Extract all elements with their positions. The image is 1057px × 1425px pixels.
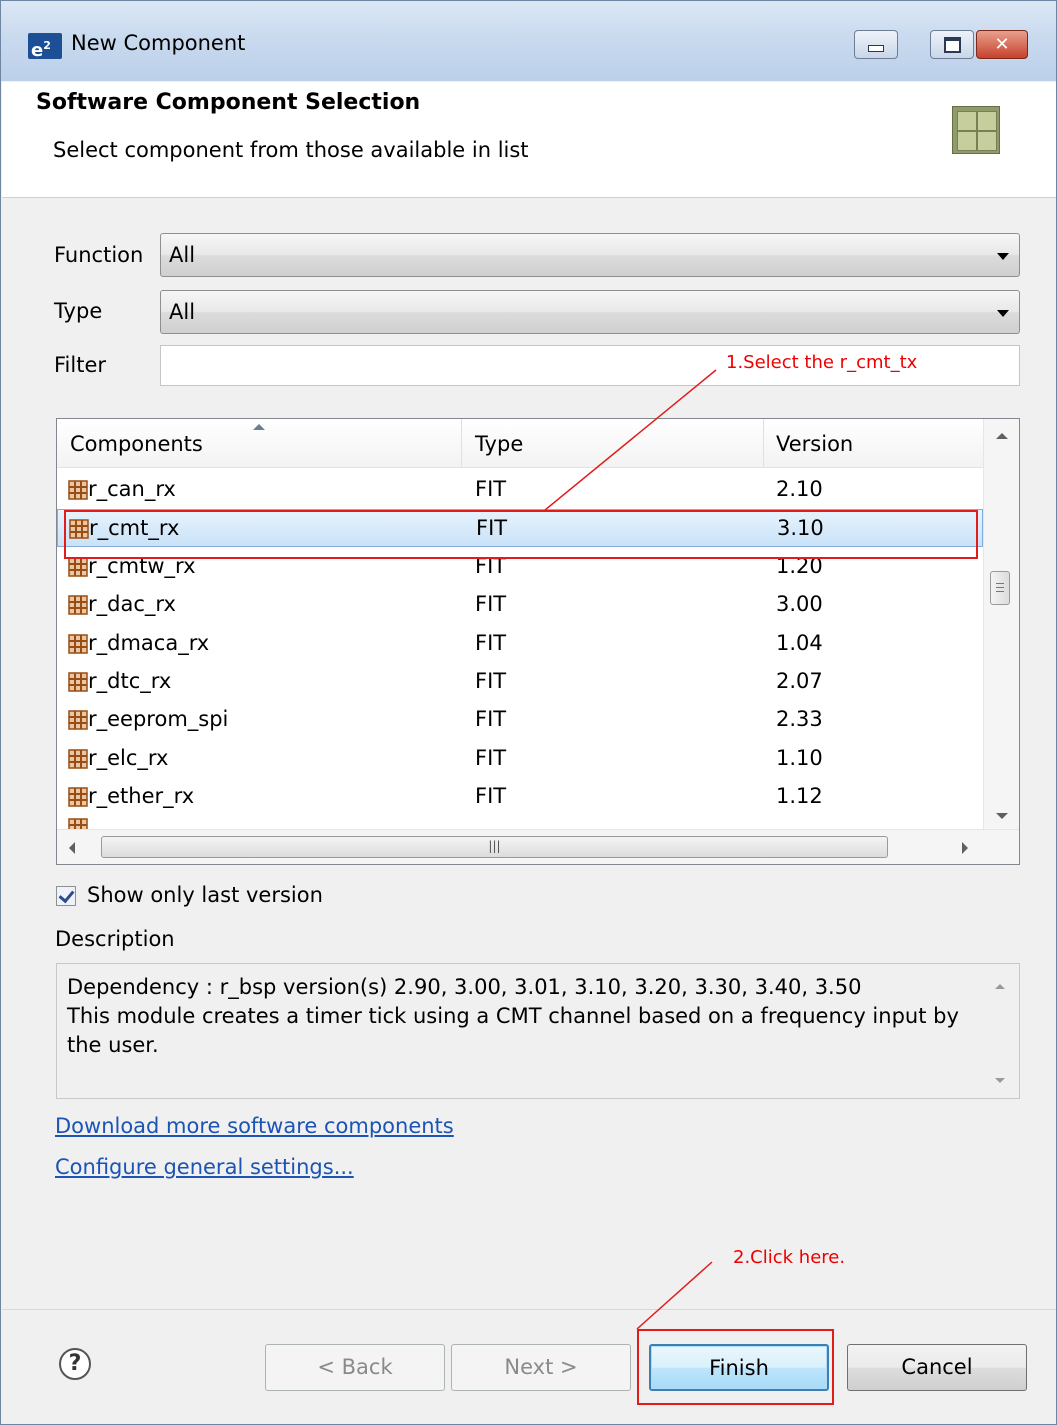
sort-ascending-icon <box>253 424 265 430</box>
table-horizontal-scrollbar[interactable]: ||| <box>57 829 1019 864</box>
column-header-type[interactable]: Type <box>475 432 523 456</box>
component-icon <box>68 710 88 731</box>
function-combo[interactable]: All <box>160 233 1020 277</box>
download-components-link[interactable]: Download more software components <box>55 1114 454 1138</box>
component-type: FIT <box>475 477 507 501</box>
type-combo[interactable]: All <box>160 290 1020 334</box>
table-row[interactable]: r_can_rx FIT 2.10 <box>57 471 983 509</box>
annotation-step1: 1.Select the r_cmt_tx <box>726 352 918 373</box>
minimize-icon <box>868 45 884 52</box>
table-row[interactable]: r_ether_rx FIT 1.12 <box>57 778 983 816</box>
maximize-button[interactable] <box>930 30 974 59</box>
table-row[interactable]: r_elc_rx FIT 1.10 <box>57 740 983 778</box>
component-name: r_ether_rx <box>88 784 195 809</box>
component-icon <box>68 557 88 577</box>
component-name: r_can_rx <box>88 477 176 501</box>
component-type: FIT <box>475 592 507 617</box>
column-header-components[interactable]: Components <box>70 432 203 456</box>
component-type: FIT <box>475 630 507 655</box>
back-button[interactable]: < Back <box>265 1344 445 1391</box>
filter-label: Filter <box>54 353 107 377</box>
next-button[interactable]: Next > <box>451 1344 631 1391</box>
scroll-up-icon[interactable] <box>995 984 1005 989</box>
scroll-thumb[interactable]: ||| <box>101 836 888 858</box>
scroll-down-icon[interactable] <box>995 1078 1005 1083</box>
table-row-partial[interactable] <box>57 814 983 830</box>
component-type: FIT <box>475 707 507 732</box>
component-icon <box>68 672 88 692</box>
component-version: 1.12 <box>776 784 823 809</box>
checkmark-icon <box>58 886 75 904</box>
description-label: Description <box>55 927 175 951</box>
close-icon: ✕ <box>994 34 1010 55</box>
component-grid-icon <box>952 106 1000 154</box>
close-button[interactable]: ✕ <box>976 30 1028 59</box>
scroll-up-icon[interactable] <box>996 433 1008 439</box>
annotation-step2: 2.Click here. <box>733 1247 846 1268</box>
scroll-left-icon[interactable] <box>69 842 75 854</box>
table-row[interactable]: r_dtc_rx FIT 2.07 <box>57 663 983 701</box>
show-last-version-label[interactable]: Show only last version <box>87 883 323 907</box>
cancel-button[interactable]: Cancel <box>847 1344 1027 1391</box>
table-header: Components Type Version <box>57 419 983 468</box>
maximize-icon <box>943 36 961 53</box>
chevron-down-icon <box>997 310 1009 317</box>
table-row[interactable]: r_dmaca_rx FIT 1.04 <box>57 625 983 663</box>
scroll-right-icon[interactable] <box>962 842 968 854</box>
component-icon <box>68 633 88 654</box>
scroll-down-icon[interactable] <box>996 813 1008 819</box>
title-bar: e2 New Component ✕ <box>1 1 1056 81</box>
component-version: 2.10 <box>776 477 823 501</box>
component-name: r_dmaca_rx <box>88 630 210 655</box>
e2-studio-app-icon: e2 <box>28 33 62 61</box>
component-version: 1.04 <box>776 630 823 655</box>
component-icon <box>68 595 88 615</box>
type-label: Type <box>54 299 103 323</box>
function-label: Function <box>54 243 144 267</box>
component-icon <box>68 749 88 769</box>
minimize-button[interactable] <box>854 30 898 59</box>
separator <box>2 1309 1056 1310</box>
new-component-dialog: e2 New Component ✕ Software Component Se… <box>0 0 1057 1425</box>
function-combo-value: All <box>169 243 196 267</box>
component-icon <box>68 480 88 500</box>
description-box: Dependency : r_bsp version(s) 2.90, 3.00… <box>56 963 1020 1099</box>
components-table: Components Type Version r_can_rx FIT 2.10 r… <box>56 418 1020 865</box>
component-icon <box>68 787 88 807</box>
column-header-version[interactable]: Version <box>776 432 853 456</box>
component-name: r_elc_rx <box>88 745 169 770</box>
component-name: r_dtc_rx <box>88 669 172 693</box>
type-combo-value: All <box>169 300 196 324</box>
table-vertical-scrollbar[interactable] <box>983 419 1019 829</box>
window-title: New Component <box>71 31 246 55</box>
help-icon[interactable]: ? <box>59 1348 91 1380</box>
description-text: Dependency : r_bsp version(s) 2.90, 3.00… <box>67 975 959 1057</box>
component-version: 1.10 <box>776 745 823 770</box>
component-version: 2.07 <box>776 669 823 693</box>
component-version: 3.00 <box>776 592 823 617</box>
annotation-highlight-row <box>64 510 978 559</box>
chevron-down-icon <box>997 253 1009 260</box>
component-type: FIT <box>475 669 507 693</box>
page-title: Software Component Selection <box>36 90 421 115</box>
page-subtitle: Select component from those available in… <box>53 138 529 162</box>
table-row[interactable]: r_eeprom_spi FIT 2.33 <box>57 701 983 739</box>
component-type: FIT <box>475 784 507 809</box>
annotation-highlight-finish <box>637 1329 834 1405</box>
component-type: FIT <box>475 745 507 770</box>
component-name: r_eeprom_spi <box>88 707 229 732</box>
table-row[interactable]: r_dac_rx FIT 3.00 <box>57 586 983 624</box>
component-name: r_dac_rx <box>88 592 176 617</box>
show-last-version-checkbox[interactable] <box>56 886 76 906</box>
wizard-header: Software Component Selection Select comp… <box>2 82 1056 198</box>
component-version: 2.33 <box>776 707 823 732</box>
configure-settings-link[interactable]: Configure general settings... <box>55 1155 354 1179</box>
scroll-thumb[interactable] <box>990 571 1010 605</box>
